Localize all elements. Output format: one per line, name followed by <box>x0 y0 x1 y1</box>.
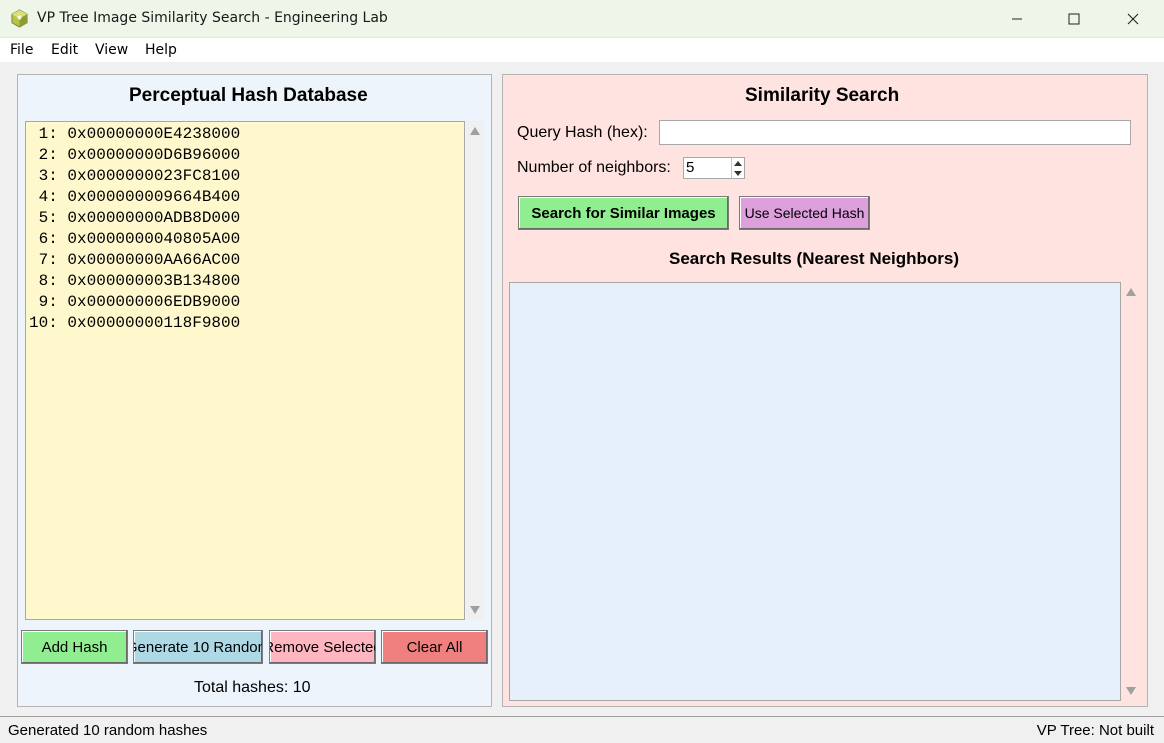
clear-all-button[interactable]: Clear All <box>381 630 488 664</box>
menu-bar: File Edit View Help <box>0 38 1164 62</box>
app-cube-icon <box>11 9 28 28</box>
query-hash-label: Query Hash (hex): <box>517 124 648 141</box>
triangle-down-icon <box>1126 687 1136 695</box>
list-item[interactable]: 6: 0x0000000040805A00 <box>26 229 464 250</box>
hash-database-panel: Perceptual Hash Database 1: 0x00000000E4… <box>17 74 492 707</box>
search-similar-button[interactable]: Search for Similar Images <box>518 196 729 230</box>
similarity-search-heading: Similarity Search <box>745 85 900 106</box>
use-selected-hash-button[interactable]: Use Selected Hash <box>739 196 870 230</box>
title-bar: VP Tree Image Similarity Search - Engine… <box>0 0 1164 38</box>
hash-database-heading: Perceptual Hash Database <box>129 85 368 106</box>
list-item[interactable]: 3: 0x0000000023FC8100 <box>26 166 464 187</box>
results-scrollbar[interactable] <box>1122 282 1140 701</box>
neighbors-spinbox[interactable]: 5 <box>683 157 745 179</box>
minimize-icon <box>1012 18 1022 20</box>
window-title: VP Tree Image Similarity Search - Engine… <box>37 10 388 26</box>
list-item[interactable]: 8: 0x000000003B134800 <box>26 271 464 292</box>
minimize-button[interactable] <box>988 0 1046 38</box>
list-item[interactable]: 4: 0x000000009664B400 <box>26 187 464 208</box>
triangle-up-icon <box>734 160 742 166</box>
list-item[interactable]: 1: 0x00000000E4238000 <box>26 124 464 145</box>
list-item[interactable]: 7: 0x00000000AA66AC00 <box>26 250 464 271</box>
status-message: Generated 10 random hashes <box>8 722 208 739</box>
spin-up-button[interactable] <box>732 158 744 168</box>
remove-selected-button[interactable]: Remove Selected <box>269 630 376 664</box>
hash-list-scrollbar[interactable] <box>466 121 484 620</box>
spin-buttons <box>731 158 744 178</box>
menu-edit[interactable]: Edit <box>51 42 78 58</box>
menu-file[interactable]: File <box>10 42 33 58</box>
neighbors-label: Number of neighbors: <box>517 159 671 176</box>
scroll-down-button[interactable] <box>466 602 484 618</box>
query-hash-input[interactable] <box>659 120 1131 145</box>
scroll-down-button[interactable] <box>1122 683 1140 699</box>
menu-help[interactable]: Help <box>145 42 177 58</box>
triangle-up-icon <box>470 127 480 135</box>
close-button[interactable] <box>1104 0 1162 38</box>
list-item[interactable]: 10: 0x00000000118F9800 <box>26 313 464 334</box>
list-item[interactable]: 5: 0x00000000ADB8D000 <box>26 208 464 229</box>
menu-view[interactable]: View <box>95 42 128 58</box>
search-results-list[interactable] <box>509 282 1121 701</box>
maximize-button[interactable] <box>1045 0 1103 38</box>
status-bar: Generated 10 random hashes VP Tree: Not … <box>0 716 1164 743</box>
add-hash-button[interactable]: Add Hash <box>21 630 128 664</box>
search-results-heading: Search Results (Nearest Neighbors) <box>669 249 960 268</box>
list-item[interactable]: 9: 0x000000006EDB9000 <box>26 292 464 313</box>
scroll-up-button[interactable] <box>1122 284 1140 300</box>
maximize-icon <box>1068 13 1080 25</box>
vp-tree-status: VP Tree: Not built <box>1036 722 1154 739</box>
total-hashes-label: Total hashes: 10 <box>194 679 311 696</box>
neighbors-value: 5 <box>686 159 695 176</box>
close-icon <box>1127 13 1139 25</box>
list-item[interactable]: 2: 0x00000000D6B96000 <box>26 145 464 166</box>
hash-list[interactable]: 1: 0x00000000E4238000 2: 0x00000000D6B96… <box>25 121 465 620</box>
spin-down-button[interactable] <box>732 168 744 178</box>
similarity-search-panel: Similarity Search Query Hash (hex): Numb… <box>502 74 1148 707</box>
triangle-down-icon <box>734 170 742 176</box>
triangle-down-icon <box>470 606 480 614</box>
triangle-up-icon <box>1126 288 1136 296</box>
generate-random-button[interactable]: Generate 10 Random <box>133 630 263 664</box>
scroll-up-button[interactable] <box>466 123 484 139</box>
